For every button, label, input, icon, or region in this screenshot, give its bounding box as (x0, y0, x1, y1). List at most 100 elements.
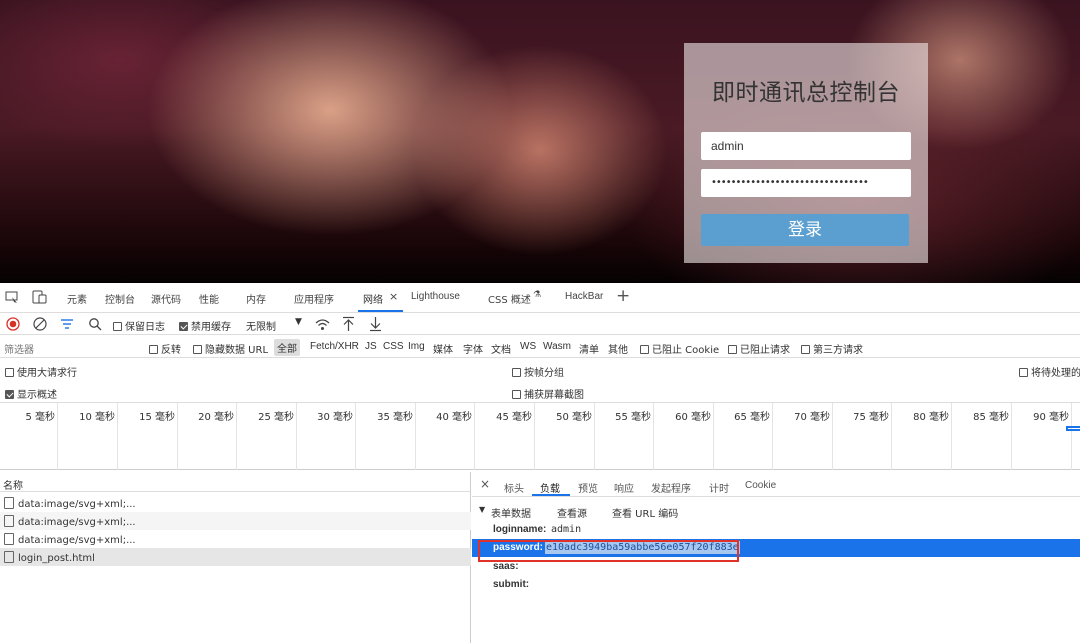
filter-js[interactable]: JS (365, 341, 377, 352)
timeline-tick: 50 毫秒 (535, 403, 595, 470)
file-icon (4, 533, 14, 545)
tab-memory[interactable]: 内存 (246, 291, 266, 306)
tab-elements[interactable]: 元素 (67, 291, 87, 306)
timeline-overview[interactable]: 5 毫秒 10 毫秒 15 毫秒 20 毫秒 25 毫秒 30 毫秒 35 毫秒… (0, 403, 1080, 470)
view-source-link[interactable]: 查看源 (557, 505, 587, 520)
tab-network-close-icon[interactable]: × (389, 290, 398, 303)
timeline-request-bar (1066, 426, 1080, 431)
login-page-background: 即时通讯总控制台 admin •••••••••••••••••••••••••… (0, 0, 1080, 283)
tab-headers[interactable]: 标头 (504, 480, 524, 495)
timeline-tick: 55 毫秒 (595, 403, 654, 470)
timeline-tick: 25 毫秒 (237, 403, 297, 470)
add-tab-icon[interactable]: + (616, 286, 630, 306)
filter-input[interactable]: 筛选器 (4, 341, 34, 356)
tab-initiator[interactable]: 发起程序 (651, 480, 691, 495)
devtools-tab-bar: 元素 控制台 源代码 性能 内存 应用程序 网络 × Lighthouse CS… (0, 283, 1080, 313)
filter-other[interactable]: 其他 (608, 341, 628, 356)
login-panel: 即时通讯总控制台 admin •••••••••••••••••••••••••… (684, 43, 928, 263)
detail-tab-bar: × 标头 负载 预览 响应 发起程序 计时 Cookie (472, 472, 1080, 497)
timeline-tick: 40 毫秒 (416, 403, 475, 470)
close-icon[interactable]: × (480, 477, 490, 491)
pending-checkbox[interactable]: 将待处理的 (1019, 364, 1080, 379)
timeline-tick: 75 毫秒 (833, 403, 892, 470)
filter-img[interactable]: Img (408, 341, 425, 352)
group-by-frame-checkbox[interactable]: 按帧分组 (512, 364, 564, 379)
search-icon[interactable] (88, 317, 102, 331)
tab-cookies[interactable]: Cookie (745, 480, 776, 491)
timeline-tick: 65 毫秒 (714, 403, 773, 470)
tab-console[interactable]: 控制台 (105, 291, 135, 306)
file-icon (4, 551, 14, 563)
triangle-down-icon: ▼ (479, 505, 486, 514)
third-party-checkbox[interactable]: 第三方请求 (801, 341, 863, 356)
download-icon[interactable] (369, 316, 382, 332)
tab-application[interactable]: 应用程序 (294, 291, 334, 306)
tab-lighthouse[interactable]: Lighthouse (411, 291, 460, 302)
capture-screenshots-checkbox[interactable]: 捕获屏幕截图 (512, 386, 584, 401)
filter-wasm[interactable]: Wasm (543, 341, 571, 352)
timeline-tick: 30 毫秒 (297, 403, 356, 470)
blocked-requests-checkbox[interactable]: 已阻止请求 (728, 341, 790, 356)
hide-data-url-checkbox[interactable]: 隐藏数据 URL (193, 341, 268, 356)
tab-performance[interactable]: 性能 (199, 291, 219, 306)
show-overview-checkbox[interactable]: 显示概述 (5, 386, 57, 401)
filter-manifest[interactable]: 清单 (579, 341, 599, 356)
filter-bar: 筛选器 反转 隐藏数据 URL 全部 Fetch/XHR JS CSS Img … (0, 336, 1080, 358)
tab-network[interactable]: 网络 (363, 291, 383, 306)
timeline-tick: 15 毫秒 (118, 403, 178, 470)
timeline-tick: 5 毫秒 (0, 403, 58, 470)
filter-fetch-xhr[interactable]: Fetch/XHR (310, 341, 359, 352)
large-rows-checkbox[interactable]: 使用大请求行 (5, 364, 77, 379)
filter-doc[interactable]: 文档 (491, 341, 511, 356)
throttle-select[interactable]: 无限制 (246, 318, 276, 333)
password-input[interactable]: •••••••••••••••••••••••••••••••• (701, 169, 911, 197)
login-button[interactable]: 登录 (701, 214, 909, 246)
network-conditions-icon[interactable] (315, 318, 330, 331)
request-row-selected[interactable]: login_post.html (0, 548, 471, 566)
clear-icon[interactable] (33, 317, 47, 331)
request-row[interactable]: data:image/svg+xml;... (0, 512, 471, 530)
network-toolbar: 保留日志 禁用缓存 无限制 ▼ (0, 313, 1080, 335)
request-row[interactable]: data:image/svg+xml;... (0, 494, 471, 512)
upload-icon[interactable] (342, 316, 355, 332)
filter-icon[interactable] (60, 318, 74, 330)
highlight-annotation-box (478, 540, 739, 562)
timeline-tick: 35 毫秒 (356, 403, 416, 470)
username-input[interactable]: admin (701, 132, 911, 160)
timeline-tick: 20 毫秒 (178, 403, 237, 470)
request-row[interactable]: data:image/svg+xml;... (0, 530, 471, 548)
filter-font[interactable]: 字体 (463, 341, 483, 356)
tab-timing[interactable]: 计时 (709, 480, 729, 495)
login-title: 即时通讯总控制台 (712, 80, 900, 106)
flask-icon: ⚗ (533, 290, 542, 300)
filter-all-button[interactable]: 全部 (274, 339, 300, 356)
filter-ws[interactable]: WS (520, 341, 536, 352)
chevron-down-icon[interactable]: ▼ (295, 317, 302, 327)
view-url-encoded-link[interactable]: 查看 URL 编码 (612, 505, 678, 520)
file-icon (4, 515, 14, 527)
tab-hackbar[interactable]: HackBar (565, 291, 603, 302)
blocked-cookies-checkbox[interactable]: 已阻止 Cookie (640, 341, 719, 356)
disable-cache-checkbox[interactable]: 禁用缓存 (179, 318, 231, 333)
invert-checkbox[interactable]: 反转 (149, 341, 181, 356)
active-detail-tab-indicator (532, 494, 570, 496)
filter-media[interactable]: 媒体 (433, 341, 453, 356)
payload-row-loginname[interactable]: loginname: admin (472, 521, 1080, 539)
tab-preview[interactable]: 预览 (578, 480, 598, 495)
name-column-header[interactable]: 名称 (0, 472, 471, 492)
form-data-section-header[interactable]: ▼ 表单数据 查看源 查看 URL 编码 (472, 502, 1080, 520)
inspect-icon[interactable] (5, 291, 19, 304)
timeline-tick: 80 毫秒 (892, 403, 952, 470)
tab-response[interactable]: 响应 (614, 480, 634, 495)
record-icon[interactable] (6, 317, 20, 331)
preserve-log-checkbox[interactable]: 保留日志 (113, 318, 165, 333)
options-row-2: 显示概述 捕获屏幕截图 (0, 381, 1080, 403)
payload-row-submit[interactable]: submit: (472, 576, 1080, 594)
active-tab-indicator (358, 310, 403, 312)
tab-sources[interactable]: 源代码 (151, 291, 181, 306)
tab-css-overview[interactable]: CSS 概述 (488, 291, 531, 306)
filter-css[interactable]: CSS (383, 341, 404, 352)
file-icon (4, 497, 14, 509)
tab-payload[interactable]: 负载 (540, 480, 560, 495)
device-toggle-icon[interactable] (32, 290, 48, 304)
